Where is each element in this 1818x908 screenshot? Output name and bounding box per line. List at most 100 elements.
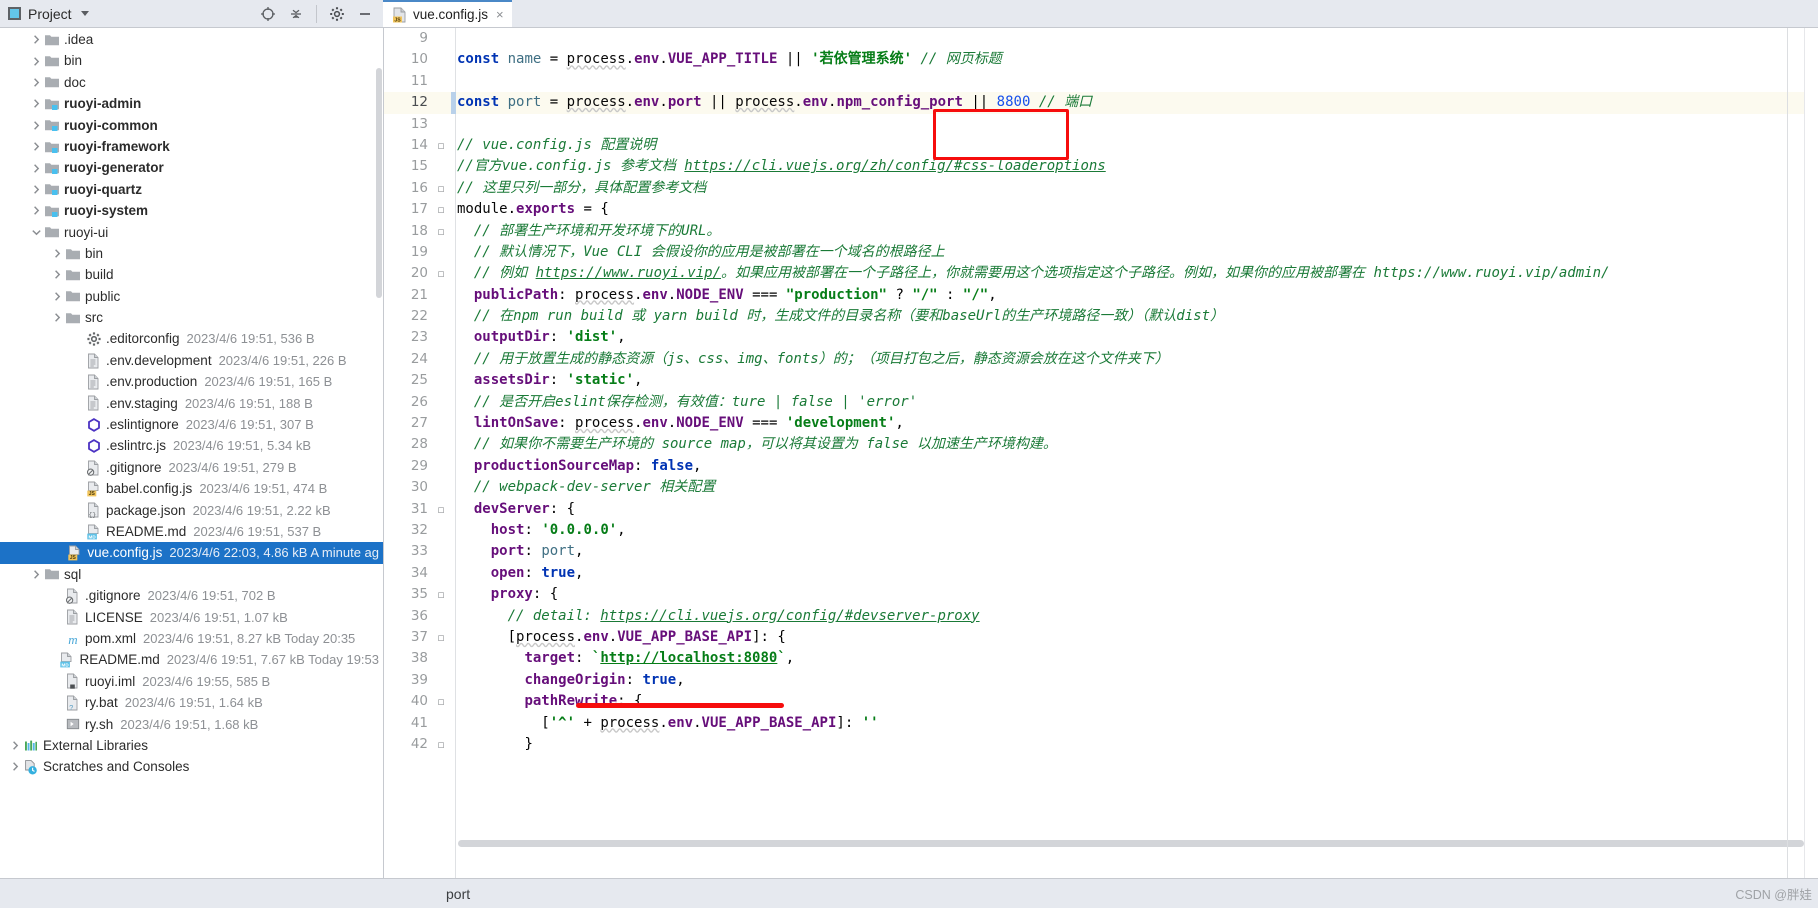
tree-row[interactable]: .env.production 2023/4/6 19:51, 165 B [0, 371, 383, 392]
code-line[interactable]: 20 ◻ // 例如 https://www.ruoyi.vip/。如果应用被部署… [384, 263, 1818, 284]
tree-row[interactable]: .gitignore 2023/4/6 19:51, 702 B [0, 585, 383, 606]
chevron-right-icon[interactable] [29, 56, 43, 67]
tab-vue-config-js[interactable]: JS vue.config.js × [383, 0, 512, 27]
tree-row[interactable]: External Libraries [0, 735, 383, 756]
code-line[interactable]: 11 [384, 71, 1818, 92]
code-line[interactable]: 39 changeOrigin: true, [384, 670, 1818, 691]
tree-row[interactable]: bin [0, 50, 383, 71]
tree-row[interactable]: sql [0, 564, 383, 585]
locate-icon[interactable] [260, 6, 276, 22]
tree-row[interactable]: public [0, 286, 383, 307]
chevron-right-icon[interactable] [8, 740, 22, 751]
tree-row[interactable]: bin [0, 243, 383, 264]
tree-row[interactable]: doc [0, 72, 383, 93]
chevron-right-icon[interactable] [29, 120, 43, 131]
fold-marker-icon[interactable]: ◻ [434, 221, 448, 242]
tree-row[interactable]: .idea [0, 29, 383, 50]
chevron-right-icon[interactable] [29, 569, 43, 580]
code-editor[interactable]: 9 10 const name = process.env.VUE_APP_TITL… [384, 28, 1818, 878]
code-line[interactable]: 28 // 如果你不需要生产环境的 source map，可以将其设置为 fal… [384, 434, 1818, 455]
code-line[interactable]: 36 // detail: https://cli.vuejs.org/conf… [384, 606, 1818, 627]
code-line[interactable]: 18 ◻ // 部署生产环境和开发环境下的URL。 [384, 221, 1818, 242]
code-line[interactable]: 30 // webpack-dev-server 相关配置 [384, 477, 1818, 498]
sidebar-scrollbar-thumb[interactable] [376, 68, 382, 298]
chevron-right-icon[interactable] [29, 184, 43, 195]
code-line[interactable]: 40 ◻ pathRewrite: { [384, 691, 1818, 712]
tree-row[interactable]: .gitignore 2023/4/6 19:51, 279 B [0, 457, 383, 478]
code-line[interactable]: 19 // 默认情况下，Vue CLI 会假设你的应用是被部署在一个域名的根路径… [384, 242, 1818, 263]
tree-row[interactable]: src [0, 307, 383, 328]
code-line[interactable]: 41 ['^' + process.env.VUE_APP_BASE_API]:… [384, 713, 1818, 734]
tree-row[interactable]: MD README.md 2023/4/6 19:51, 7.67 kB Today… [0, 649, 383, 670]
fold-marker-icon[interactable]: ◻ [434, 199, 448, 220]
project-tree-panel[interactable]: .idea bin doc ruoyi-admin ruoyi-common ruoyi-… [0, 28, 384, 878]
code-line[interactable]: 35 ◻ proxy: { [384, 584, 1818, 605]
tree-row[interactable]: ruoyi-quartz [0, 179, 383, 200]
code-line[interactable]: 31 ◻ devServer: { [384, 499, 1818, 520]
code-line[interactable]: 42 ◻ } [384, 734, 1818, 755]
fold-marker-icon[interactable]: ◻ [434, 178, 448, 199]
code-line[interactable]: 15 //官方vue.config.js 参考文档 https://cli.vue… [384, 156, 1818, 177]
code-line[interactable]: 29 productionSourceMap: false, [384, 456, 1818, 477]
chevron-right-icon[interactable] [50, 312, 64, 323]
tree-row[interactable]: ? ry.bat 2023/4/6 19:51, 1.64 kB [0, 692, 383, 713]
tree-row[interactable]: .eslintignore 2023/4/6 19:51, 307 B [0, 414, 383, 435]
minimize-icon[interactable] [357, 6, 373, 22]
tree-row-selected[interactable]: JS vue.config.js 2023/4/6 22:03, 4.86 kB A… [0, 542, 383, 564]
code-lines[interactable]: 9 10 const name = process.env.VUE_APP_TITL… [384, 28, 1818, 878]
tree-row[interactable]: m pom.xml 2023/4/6 19:51, 8.27 kB Today 20… [0, 628, 383, 649]
fold-marker-icon[interactable]: ◻ [434, 584, 448, 605]
code-line[interactable]: 21 publicPath: process.env.NODE_ENV === … [384, 285, 1818, 306]
code-line[interactable]: 37 ◻ [process.env.VUE_APP_BASE_API]: { [384, 627, 1818, 648]
tree-row[interactable]: ruoyi-admin [0, 93, 383, 114]
chevron-right-icon[interactable] [29, 77, 43, 88]
chevron-right-icon[interactable] [29, 141, 43, 152]
tree-row[interactable]: ruoyi-generator [0, 157, 383, 178]
code-line[interactable]: 10 const name = process.env.VUE_APP_TITLE… [384, 49, 1818, 70]
tree-row[interactable]: {} package.json 2023/4/6 19:51, 2.22 kB [0, 500, 383, 521]
code-line[interactable]: 17 ◻ module.exports = { [384, 199, 1818, 220]
tree-row[interactable]: MD README.md 2023/4/6 19:51, 537 B [0, 521, 383, 542]
tree-row[interactable]: .env.staging 2023/4/6 19:51, 188 B [0, 393, 383, 414]
tree-row[interactable]: ruoyi.iml 2023/4/6 19:55, 585 B [0, 671, 383, 692]
code-line[interactable]: 16 ◻ // 这里只列一部分，具体配置参考文档 [384, 178, 1818, 199]
code-line[interactable]: 32 host: '0.0.0.0', [384, 520, 1818, 541]
code-line[interactable]: 26 // 是否开启eslint保存检测，有效值：ture | false | … [384, 392, 1818, 413]
code-line[interactable]: 9 [384, 28, 1818, 49]
chevron-right-icon[interactable] [29, 163, 43, 174]
code-line[interactable]: 13 [384, 114, 1818, 135]
fold-marker-icon[interactable]: ◻ [434, 499, 448, 520]
tree-row[interactable]: ruoyi-ui [0, 222, 383, 243]
tree-row[interactable]: ry.sh 2023/4/6 19:51, 1.68 kB [0, 714, 383, 735]
gear-icon[interactable] [329, 6, 345, 22]
chevron-right-icon[interactable] [29, 98, 43, 109]
close-icon[interactable]: × [496, 7, 504, 22]
chevron-down-icon[interactable] [80, 11, 89, 16]
code-line[interactable]: 22 // 在npm run build 或 yarn build 时，生成文件… [384, 306, 1818, 327]
tree-row[interactable]: JS babel.config.js 2023/4/6 19:51, 474 B [0, 478, 383, 499]
fold-marker-icon[interactable]: ◻ [434, 263, 448, 284]
project-tree[interactable]: .idea bin doc ruoyi-admin ruoyi-common ruoyi-… [0, 28, 383, 778]
chevron-right-icon[interactable] [29, 34, 43, 45]
editor-horizontal-scrollbar[interactable] [458, 840, 1804, 847]
editor-right-stripe[interactable] [1804, 28, 1818, 878]
code-line[interactable]: 14 ◻ // vue.config.js 配置说明 [384, 135, 1818, 156]
chevron-right-icon[interactable] [8, 761, 22, 772]
tree-row[interactable]: ruoyi-common [0, 115, 383, 136]
fold-marker-icon[interactable]: ◻ [434, 627, 448, 648]
project-panel-title[interactable]: Project [8, 6, 89, 22]
chevron-right-icon[interactable] [50, 248, 64, 259]
tree-row[interactable]: ruoyi-system [0, 200, 383, 221]
collapse-all-icon[interactable] [288, 6, 304, 22]
fold-marker-icon[interactable]: ◻ [434, 734, 448, 755]
tree-row[interactable]: Scratches and Consoles [0, 756, 383, 777]
tree-row[interactable]: .editorconfig 2023/4/6 19:51, 536 B [0, 328, 383, 349]
code-line[interactable]: 33 port: port, [384, 541, 1818, 562]
tree-row[interactable]: LICENSE 2023/4/6 19:51, 1.07 kB [0, 607, 383, 628]
code-line[interactable]: 38 target: `http://localhost:8080`, [384, 648, 1818, 669]
chevron-right-icon[interactable] [50, 269, 64, 280]
code-line[interactable]: 12 const port = process.env.port || proce… [384, 92, 1818, 114]
tree-row[interactable]: build [0, 264, 383, 285]
chevron-right-icon[interactable] [50, 291, 64, 302]
tree-row[interactable]: ruoyi-framework [0, 136, 383, 157]
